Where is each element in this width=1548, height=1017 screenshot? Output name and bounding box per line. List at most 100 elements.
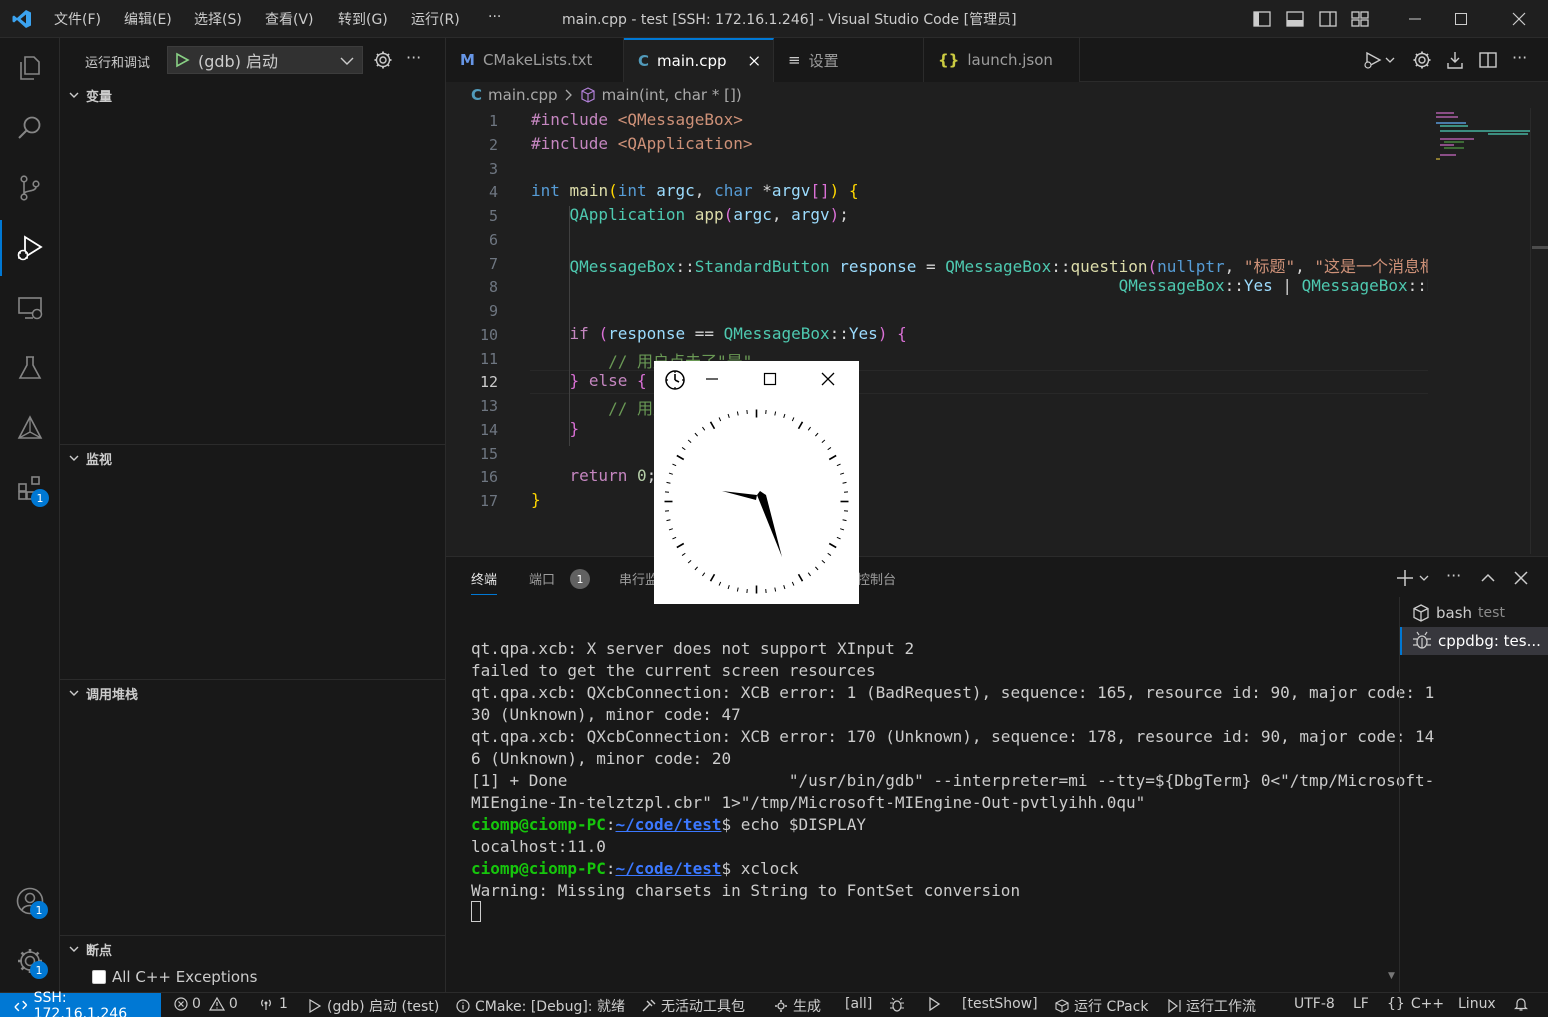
- cmake-status[interactable]: CMake: [Debug]: 就绪: [456, 996, 625, 1016]
- breakpoints-section-header[interactable]: 断点: [60, 937, 445, 961]
- more-actions-icon[interactable]: ···: [1446, 566, 1461, 585]
- toggle-primary-sidebar-icon[interactable]: [1252, 9, 1272, 29]
- xclock-window[interactable]: [654, 361, 859, 604]
- language-mode-selector[interactable]: {} C++: [1387, 996, 1444, 1012]
- breakpoint-checkbox[interactable]: [92, 970, 106, 984]
- launch-target[interactable]: [testShow]: [962, 996, 1038, 1012]
- close-panel-icon[interactable]: [1513, 570, 1529, 586]
- debug-config-select[interactable]: (gdb) 启动: [167, 46, 363, 74]
- search-icon[interactable]: [0, 100, 60, 156]
- workflow-icon: [1168, 999, 1181, 1013]
- more-actions-icon[interactable]: ···: [406, 48, 421, 67]
- menu-edit[interactable]: 编辑(E): [124, 9, 172, 29]
- cmake-icon[interactable]: [0, 400, 60, 456]
- code-line: }: [531, 490, 541, 509]
- clock-tick: [807, 426, 811, 431]
- menu-run[interactable]: 运行(R): [411, 9, 460, 29]
- breadcrumb-file[interactable]: main.cpp: [488, 86, 558, 104]
- more-actions-icon[interactable]: ···: [1512, 48, 1527, 67]
- clock-tick: [672, 536, 677, 540]
- clock-tick: [842, 481, 847, 484]
- terminal-cursor: [471, 901, 481, 922]
- variables-label: 变量: [86, 89, 113, 105]
- tab-launch-json[interactable]: {} launch.json: [924, 38, 1080, 82]
- toggle-secondary-sidebar-icon[interactable]: [1318, 9, 1338, 29]
- command: xclock: [740, 859, 799, 878]
- remote-indicator[interactable]: SSH: 172.16.1.246: [0, 990, 161, 1017]
- minimize-button[interactable]: [1392, 0, 1438, 38]
- build-target[interactable]: [all]: [845, 996, 872, 1012]
- kit-selector[interactable]: 无活动工具包: [641, 996, 745, 1016]
- menu-selection[interactable]: 选择(S): [194, 9, 242, 29]
- line-number: 11: [479, 350, 498, 368]
- status-bar: SSH: 172.16.1.246 0 0 1 (gdb) 启动 (test) …: [0, 990, 1548, 1017]
- remote-explorer-icon[interactable]: [0, 280, 60, 336]
- customize-layout-icon[interactable]: [1350, 9, 1370, 29]
- debug-config-indicator[interactable]: (gdb) 启动 (test): [306, 996, 439, 1016]
- debug-settings-gear-icon[interactable]: [373, 50, 393, 70]
- chevron-down-icon: [340, 57, 354, 65]
- tab-ports[interactable]: 端口: [529, 569, 555, 588]
- debug-bug-icon[interactable]: [888, 996, 906, 1014]
- menu-go[interactable]: 转到(G): [338, 9, 388, 29]
- build-label: 生成: [793, 999, 821, 1015]
- build-button[interactable]: 生成: [773, 996, 821, 1016]
- terminal-list-item-active[interactable]: cppdbg: tes...: [1400, 627, 1548, 655]
- breakpoint-item[interactable]: All C++ Exceptions: [92, 968, 257, 986]
- notifications-bell-icon[interactable]: [1513, 996, 1529, 1012]
- explorer-icon[interactable]: [0, 40, 60, 96]
- extensions-icon[interactable]: [0, 460, 60, 516]
- settings-gear-icon[interactable]: [1412, 50, 1432, 70]
- prompt-path: ~/code/test: [615, 815, 722, 834]
- encoding-selector[interactable]: UTF-8: [1294, 996, 1335, 1012]
- terminal-name: bash: [1436, 604, 1473, 622]
- split-editor-icon[interactable]: [1478, 50, 1498, 70]
- watch-section-header[interactable]: 监视: [60, 446, 445, 470]
- ports-indicator[interactable]: 1: [258, 996, 288, 1012]
- xclock-maximize-button[interactable]: [762, 371, 778, 387]
- terminal-list-item[interactable]: bash test: [1400, 599, 1548, 627]
- extensions-badge: 1: [31, 489, 49, 507]
- maximize-panel-icon[interactable]: [1480, 570, 1496, 586]
- accounts-icon[interactable]: [0, 873, 60, 929]
- launch-play-icon[interactable]: [926, 996, 942, 1012]
- problems-indicator[interactable]: 0 0: [174, 996, 238, 1012]
- code-line: }: [569, 419, 580, 438]
- run-and-debug-icon[interactable]: [0, 220, 60, 276]
- tab-main-cpp[interactable]: C main.cpp: [624, 38, 774, 82]
- xclock-close-button[interactable]: [820, 371, 836, 387]
- code-editor[interactable]: C main.cpp main(int, char * []) 1 2 3 4 …: [446, 82, 1548, 556]
- menu-view[interactable]: 查看(V): [265, 9, 314, 29]
- testing-icon[interactable]: [0, 340, 60, 396]
- breadcrumb-symbol[interactable]: main(int, char * []): [602, 86, 742, 104]
- callstack-section-header[interactable]: 调用堆栈: [60, 681, 445, 705]
- run-debug-dropdown-icon[interactable]: [1362, 50, 1398, 70]
- new-terminal-icon[interactable]: [1396, 569, 1432, 587]
- close-button[interactable]: [1496, 0, 1542, 38]
- close-icon[interactable]: [749, 55, 759, 67]
- maximize-button[interactable]: [1438, 0, 1484, 38]
- source-control-icon[interactable]: [0, 160, 60, 216]
- os-indicator[interactable]: Linux: [1458, 996, 1496, 1012]
- run-cpack-button[interactable]: 运行 CPack: [1054, 996, 1148, 1016]
- start-debugging-icon[interactable]: [174, 52, 190, 68]
- download-icon[interactable]: [1445, 50, 1465, 70]
- tab-settings[interactable]: ≡ 设置: [774, 38, 924, 82]
- tab-serial-monitor[interactable]: 串行监视器: [619, 569, 655, 588]
- xclock-minimize-button[interactable]: [704, 371, 720, 387]
- tab-cmakelists[interactable]: M CMakeLists.txt: [446, 38, 624, 82]
- run-workflow-button[interactable]: 运行工作流: [1166, 996, 1256, 1016]
- menu-file[interactable]: 文件(F): [54, 9, 101, 29]
- variables-section-header[interactable]: 变量: [60, 83, 445, 107]
- scroll-down-icon[interactable]: ▼: [1388, 971, 1395, 981]
- toggle-panel-icon[interactable]: [1285, 9, 1305, 29]
- tab-terminal[interactable]: 终端: [471, 569, 498, 595]
- code-line: #include <QApplication>: [531, 134, 753, 153]
- manage-gear-icon[interactable]: [0, 933, 60, 989]
- clock-tick: [694, 432, 698, 437]
- editor-scrollbar[interactable]: [1530, 108, 1548, 554]
- menu-more[interactable]: ···: [488, 9, 501, 25]
- eol-selector[interactable]: LF: [1353, 996, 1369, 1012]
- clock-tick: [828, 542, 837, 549]
- broadcast-icon: [261, 999, 271, 1010]
